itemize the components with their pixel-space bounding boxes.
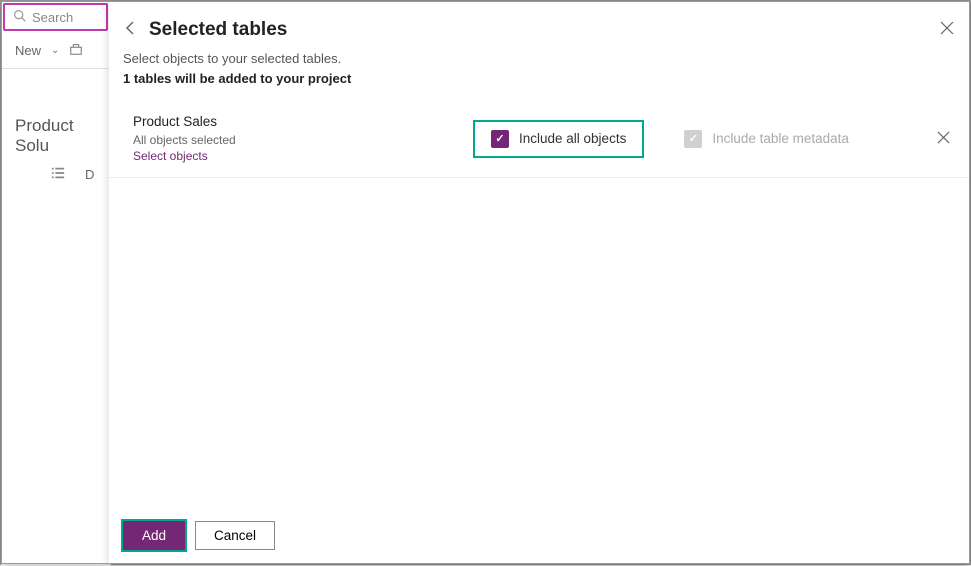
table-info: Product Sales All objects selected Selec… bbox=[133, 114, 473, 163]
panel-description: Select objects to your selected tables. … bbox=[109, 49, 970, 104]
panel-title: Selected tables bbox=[149, 19, 287, 41]
close-icon[interactable] bbox=[940, 21, 954, 40]
new-button-label[interactable]: New bbox=[15, 43, 41, 58]
table-name: Product Sales bbox=[133, 114, 473, 129]
include-metadata-group: ✓ Include table metadata bbox=[684, 130, 849, 148]
search-box[interactable]: Search bbox=[3, 3, 108, 31]
desc-line2: 1 tables will be added to your project bbox=[123, 69, 956, 89]
search-icon bbox=[13, 9, 26, 25]
select-objects-link[interactable]: Select objects bbox=[133, 149, 473, 163]
bg-toolbar: New ⌄ bbox=[1, 33, 111, 69]
table-row: Product Sales All objects selected Selec… bbox=[109, 104, 970, 178]
check-icon: ✓ bbox=[689, 132, 698, 145]
desc-line1: Select objects to your selected tables. bbox=[123, 49, 956, 69]
include-all-objects-group[interactable]: ✓ Include all objects bbox=[473, 120, 644, 158]
remove-table-icon[interactable] bbox=[937, 131, 950, 147]
publish-icon[interactable] bbox=[69, 42, 83, 59]
page-title: Product Solu bbox=[15, 116, 111, 156]
include-all-label: Include all objects bbox=[519, 131, 626, 146]
include-metadata-label: Include table metadata bbox=[712, 131, 849, 146]
search-placeholder: Search bbox=[32, 10, 73, 25]
add-button[interactable]: Add bbox=[123, 521, 185, 550]
include-all-checkbox[interactable]: ✓ bbox=[491, 130, 509, 148]
table-subtitle: All objects selected bbox=[133, 133, 473, 147]
panel-header: Selected tables bbox=[109, 1, 970, 49]
cancel-button[interactable]: Cancel bbox=[195, 521, 275, 550]
bg-row-label: D bbox=[85, 167, 94, 182]
list-icon bbox=[51, 166, 65, 183]
background-app: Search New ⌄ Product Solu D bbox=[1, 1, 111, 566]
check-icon: ✓ bbox=[495, 132, 504, 145]
chevron-down-icon[interactable]: ⌄ bbox=[51, 45, 59, 56]
bg-row: D bbox=[51, 166, 94, 183]
back-arrow-icon[interactable] bbox=[123, 20, 139, 41]
panel-footer: Add Cancel bbox=[109, 507, 970, 564]
selected-tables-panel: Selected tables Select objects to your s… bbox=[109, 1, 970, 564]
include-metadata-checkbox: ✓ bbox=[684, 130, 702, 148]
